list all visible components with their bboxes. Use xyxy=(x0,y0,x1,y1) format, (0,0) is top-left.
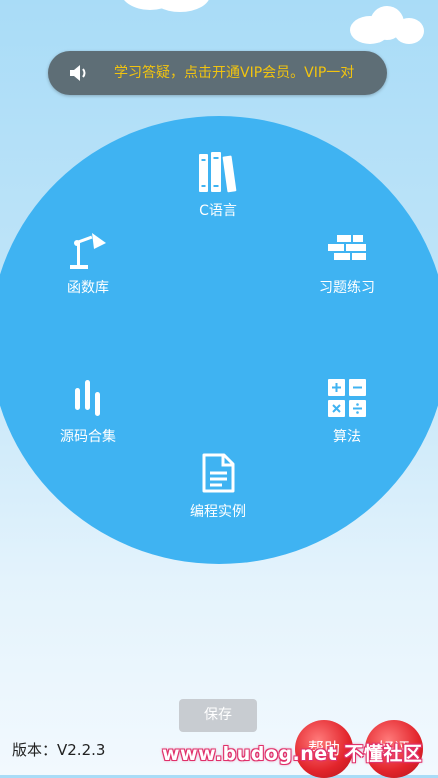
menu-label: 算法 xyxy=(333,429,361,445)
menu-item-function-library[interactable]: 函数库 xyxy=(56,227,120,297)
cloud-right xyxy=(394,18,424,44)
speaker-icon xyxy=(70,65,86,81)
menu-label: C语言 xyxy=(199,203,237,219)
books-icon xyxy=(199,152,237,193)
desk-lamp-icon xyxy=(70,233,106,269)
version-label: 版本：V2.2.3 xyxy=(12,741,106,759)
notice-text: 学习答疑，点击开通VIP会员。VIP一对 xyxy=(114,65,355,81)
menu-label: 函数库 xyxy=(67,280,109,296)
menu-item-programming-examples[interactable]: 编程实例 xyxy=(179,451,257,521)
menu-item-algorithm[interactable]: 算法 xyxy=(317,376,377,446)
menu-label: 编程实例 xyxy=(190,504,246,520)
notice-banner[interactable]: 学习答疑，点击开通VIP会员。VIP一对 xyxy=(48,51,387,95)
calculator-icon xyxy=(328,379,366,417)
save-button[interactable]: 保存 xyxy=(179,699,257,732)
bars-icon xyxy=(75,380,100,416)
watermark-text: www.budog.net 不懂社区 xyxy=(162,743,423,765)
brick-wall-icon xyxy=(328,235,366,260)
menu-label: 源码合集 xyxy=(60,429,116,445)
menu-item-c-language[interactable]: C语言 xyxy=(187,150,249,220)
menu-item-exercises[interactable]: 习题练习 xyxy=(310,227,384,297)
document-icon xyxy=(202,453,235,493)
cloud-top xyxy=(150,0,210,12)
menu-label: 习题练习 xyxy=(319,280,375,296)
menu-item-source-code[interactable]: 源码合集 xyxy=(50,376,126,446)
